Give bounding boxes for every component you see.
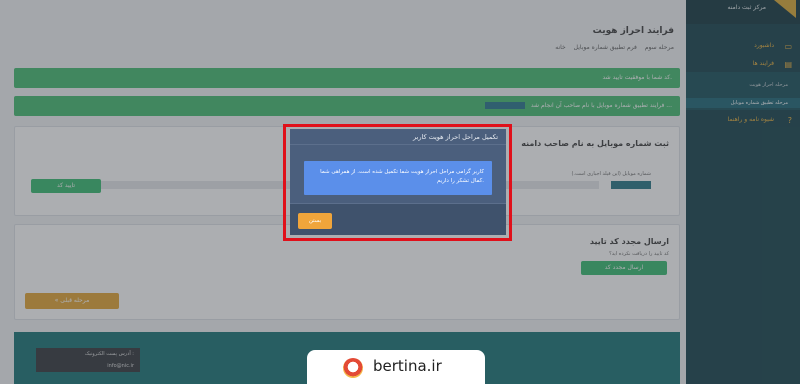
modal-body: کاربر گرامی مراحل احراز هویت شما تکمیل ش… [290,145,506,203]
modal-message: کاربر گرامی مراحل احراز هویت شما تکمیل ش… [304,161,492,195]
close-button[interactable]: بستن [298,213,332,229]
watermark-text: bertina.ir [373,357,442,375]
completion-modal: تکمیل مراحل احراز هویت کاربر کاربر گرامی… [290,129,506,235]
modal-footer: بستن [290,203,506,235]
watermark: bertina.ir [307,350,485,384]
bertina-logo-icon [343,358,363,378]
modal-title: تکمیل مراحل احراز هویت کاربر [290,129,506,145]
